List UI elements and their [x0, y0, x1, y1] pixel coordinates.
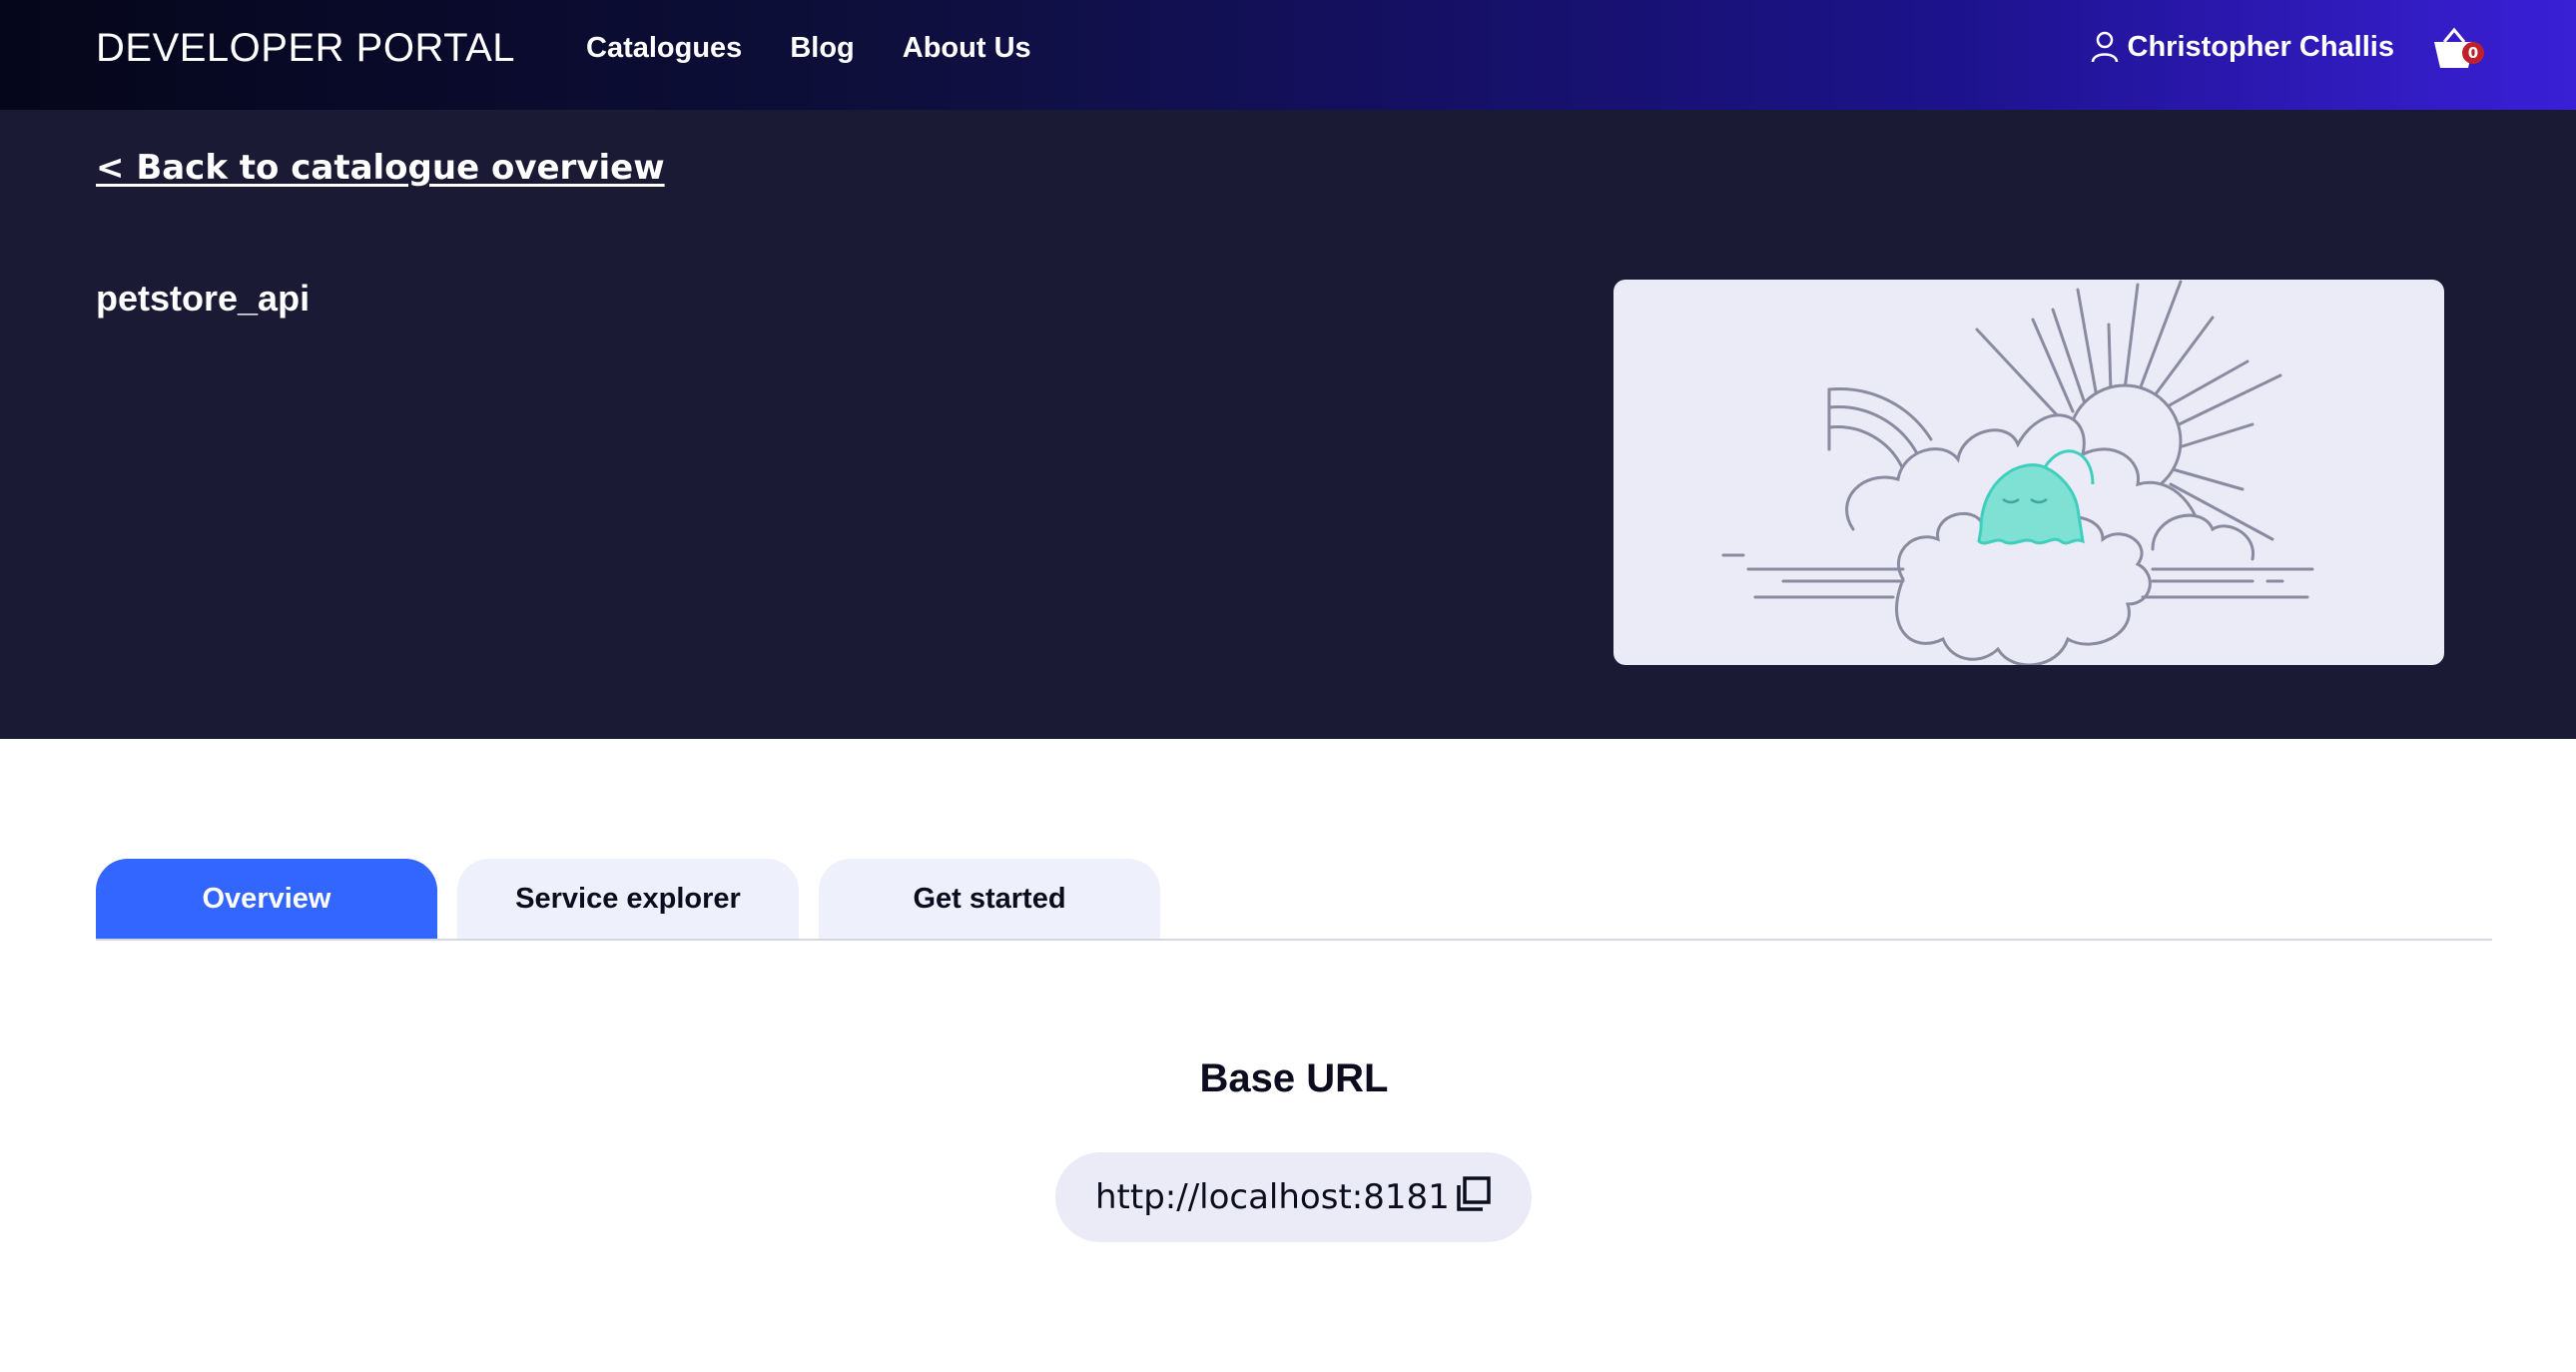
base-url-value: http://localhost:8181 — [1095, 1177, 1450, 1217]
user-icon — [2091, 31, 2118, 63]
top-navigation: DEVELOPER PORTAL Catalogues Blog About U… — [0, 0, 2576, 110]
nav-catalogues[interactable]: Catalogues — [586, 32, 742, 65]
brand-logo[interactable]: DEVELOPER PORTAL — [96, 26, 515, 71]
copy-icon — [1457, 1176, 1491, 1211]
back-to-catalogue-link[interactable]: < Back to catalogue overview — [96, 148, 665, 188]
nav-about-us[interactable]: About Us — [903, 32, 1031, 65]
cloud-sun-illustration — [1721, 280, 2314, 665]
main-nav: Catalogues Blog About Us — [586, 32, 1031, 65]
api-title: petstore_api — [96, 278, 311, 319]
user-name: Christopher Challis — [2127, 30, 2395, 63]
user-menu[interactable]: Christopher Challis — [2090, 30, 2395, 64]
nav-blog[interactable]: Blog — [790, 32, 854, 65]
tab-divider — [96, 939, 2492, 941]
base-url-field: http://localhost:8181 — [1055, 1152, 1532, 1242]
basket-button[interactable]: 0 — [2430, 26, 2484, 74]
detail-tabs: Overview Service explorer Get started — [96, 859, 1160, 939]
cart-count-badge: 0 — [2462, 42, 2484, 64]
tab-get-started[interactable]: Get started — [819, 859, 1160, 939]
copy-url-button[interactable] — [1454, 1174, 1494, 1214]
api-hero: < Back to catalogue overview petstore_ap… — [0, 110, 2576, 739]
tab-overview[interactable]: Overview — [96, 859, 437, 939]
api-illustration — [1613, 280, 2444, 665]
base-url-title: Base URL — [1199, 1056, 1389, 1100]
tab-service-explorer[interactable]: Service explorer — [457, 859, 799, 939]
